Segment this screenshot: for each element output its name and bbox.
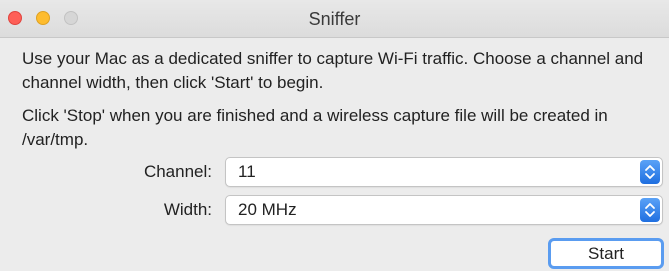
channel-popup[interactable]: 11 [225,157,663,187]
sniffer-window: Sniffer Use your Mac as a dedicated snif… [0,0,669,271]
up-down-chevron-icon [640,198,660,222]
width-popup[interactable]: 20 MHz [225,195,663,225]
channel-value: 11 [238,162,256,181]
up-down-chevron-icon [640,160,660,184]
channel-label: Channel: [143,162,212,181]
title-bar: Sniffer [0,0,669,38]
window-title: Sniffer [308,9,361,29]
instructions-text: Use your Mac as a dedicated sniffer to c… [22,49,644,92]
stop-instructions-text: Click 'Stop' when you are finished and a… [22,106,608,149]
width-label: Width: [163,200,212,219]
width-value: 20 MHz [238,200,297,219]
start-button[interactable]: Start [548,238,664,269]
